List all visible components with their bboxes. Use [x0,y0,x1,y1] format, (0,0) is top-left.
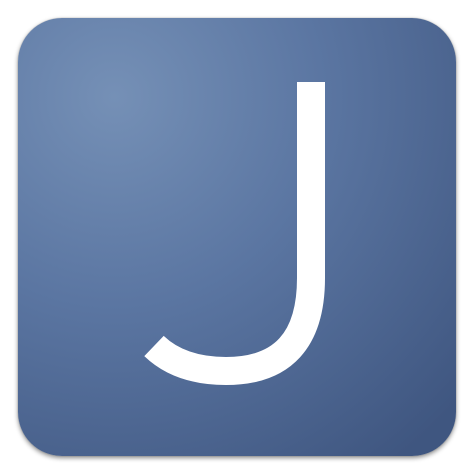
app-icon[interactable]: J [18,18,456,456]
icon-stage: J [0,0,474,474]
letter-j-glyph [144,82,325,385]
